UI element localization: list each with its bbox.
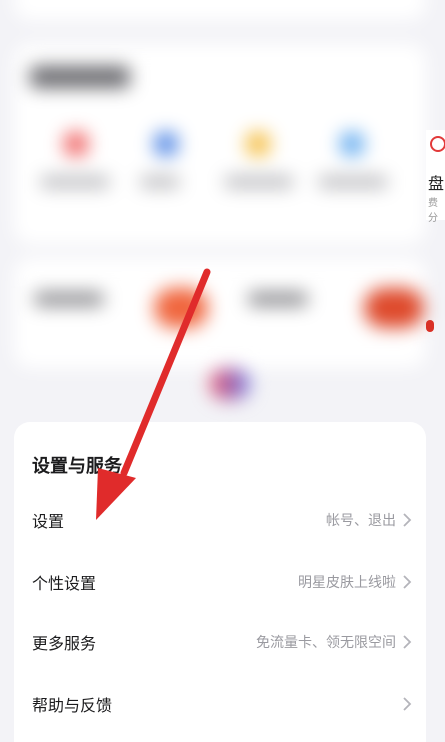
tool-icon-3 [246, 132, 270, 156]
settings-services-card: 设置与服务 设置 帐号、退出 个性设置 明星皮肤上线啦 更多服务 免流量卡、领无… [14, 422, 426, 742]
top-card [14, 0, 426, 20]
tool-icon-2 [154, 132, 178, 156]
settings-row-label: 设置 [32, 512, 65, 531]
blurred-background [0, 0, 445, 420]
personalization-row-value: 明星皮肤上线啦 [298, 575, 396, 591]
tool-label-2 [140, 176, 180, 188]
promo-text-1 [34, 292, 104, 306]
settings-row[interactable]: 设置 帐号、退出 [14, 490, 426, 550]
promo-blob-2 [364, 288, 424, 328]
tool-label-3 [224, 176, 294, 188]
chevron-right-icon [403, 635, 412, 649]
red-dot-badge [426, 320, 434, 332]
settings-section-title: 设置与服务 [32, 456, 122, 477]
help-feedback-row[interactable]: 帮助与反馈 [14, 674, 426, 734]
chevron-right-icon [403, 513, 412, 527]
chevron-right-icon [403, 575, 412, 589]
floating-bubble [210, 368, 250, 400]
tool-label-1 [40, 176, 110, 188]
personalization-row[interactable]: 个性设置 明星皮肤上线啦 [14, 552, 426, 612]
peek-label: 盘 [428, 174, 445, 193]
tool-icon-4 [340, 132, 364, 156]
peek-sub-label: 费分 [428, 198, 438, 224]
personalization-row-label: 个性设置 [32, 574, 97, 593]
settings-row-value: 帐号、退出 [326, 513, 396, 529]
more-services-row-value: 免流量卡、领无限空间 [256, 635, 396, 651]
tools-title-blurred [30, 66, 130, 88]
help-feedback-row-label: 帮助与反馈 [32, 696, 113, 715]
more-services-row-label: 更多服务 [32, 634, 97, 653]
tool-label-4 [318, 176, 388, 188]
more-services-row[interactable]: 更多服务 免流量卡、领无限空间 [14, 612, 426, 672]
promo-text-2 [248, 292, 308, 306]
promo-blob-1 [154, 288, 208, 328]
chevron-right-icon [403, 697, 412, 711]
disk-icon [430, 136, 445, 152]
tool-icon-1 [64, 132, 88, 156]
